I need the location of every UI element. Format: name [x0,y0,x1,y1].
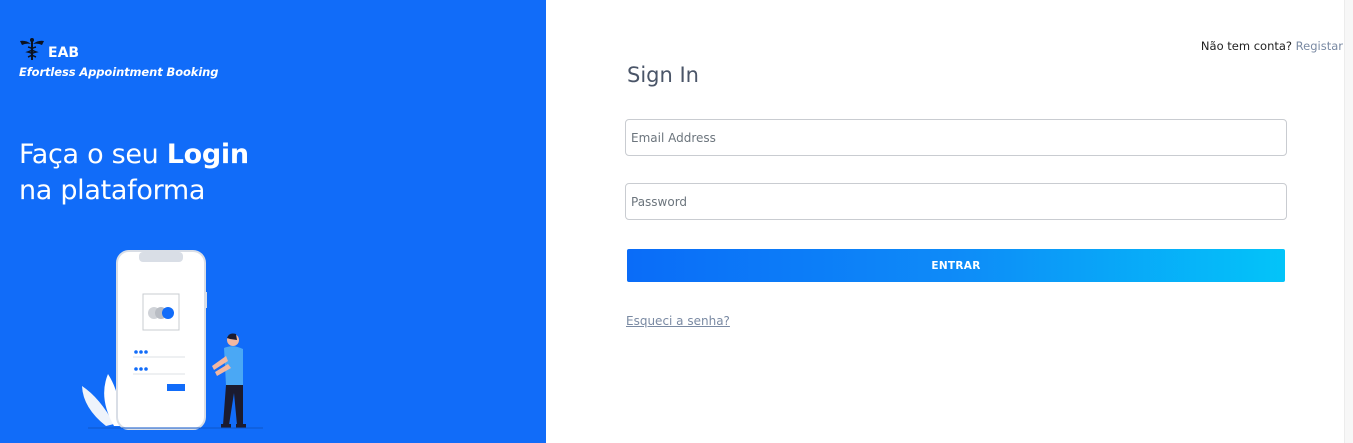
password-dot [144,350,148,354]
register-question: Não tem conta? [1200,39,1293,53]
password-dot [144,367,148,371]
brand: EAB Efortless Appointment Booking [19,37,219,79]
email-field[interactable] [625,119,1287,156]
register-prompt: Não tem conta? Registar [1201,39,1343,53]
brand-name: EAB [48,45,80,61]
brand-row: EAB [19,37,218,61]
hero-line2: na plataforma [19,175,206,206]
card-circle [162,307,174,319]
login-button[interactable]: ENTRAR [627,249,1285,282]
password-dot [134,367,138,371]
forgot-password-link[interactable]: Esqueci a senha? [626,314,730,328]
password-field[interactable] [625,183,1287,220]
form-title: Sign In [627,63,699,87]
hero-line1-bold: Login [166,139,249,170]
phone-notch [139,252,183,262]
phone-submit-shape [167,384,185,391]
register-link[interactable]: Registar [1296,39,1343,53]
person-shoe [236,424,246,428]
person-legs [223,385,243,425]
brand-tagline: Efortless Appointment Booking [19,65,219,79]
auth-panel: Não tem conta? Registar Sign In ENTRAR E… [546,0,1353,443]
password-dot [139,350,143,354]
caduceus-icon [20,38,44,60]
hero-headline: Faça o seu Login na plataforma [19,137,249,209]
password-dot [134,350,138,354]
password-dot [139,367,143,371]
scrollbar[interactable] [1344,0,1353,443]
person-shoe [221,424,231,428]
hero-line1-prefix: Faça o seu [19,139,167,170]
phone-login-illustration [82,250,263,430]
phone-button [204,292,207,308]
phone-body [116,250,206,430]
brand-panel: EAB Efortless Appointment Booking Faça o… [0,0,546,443]
